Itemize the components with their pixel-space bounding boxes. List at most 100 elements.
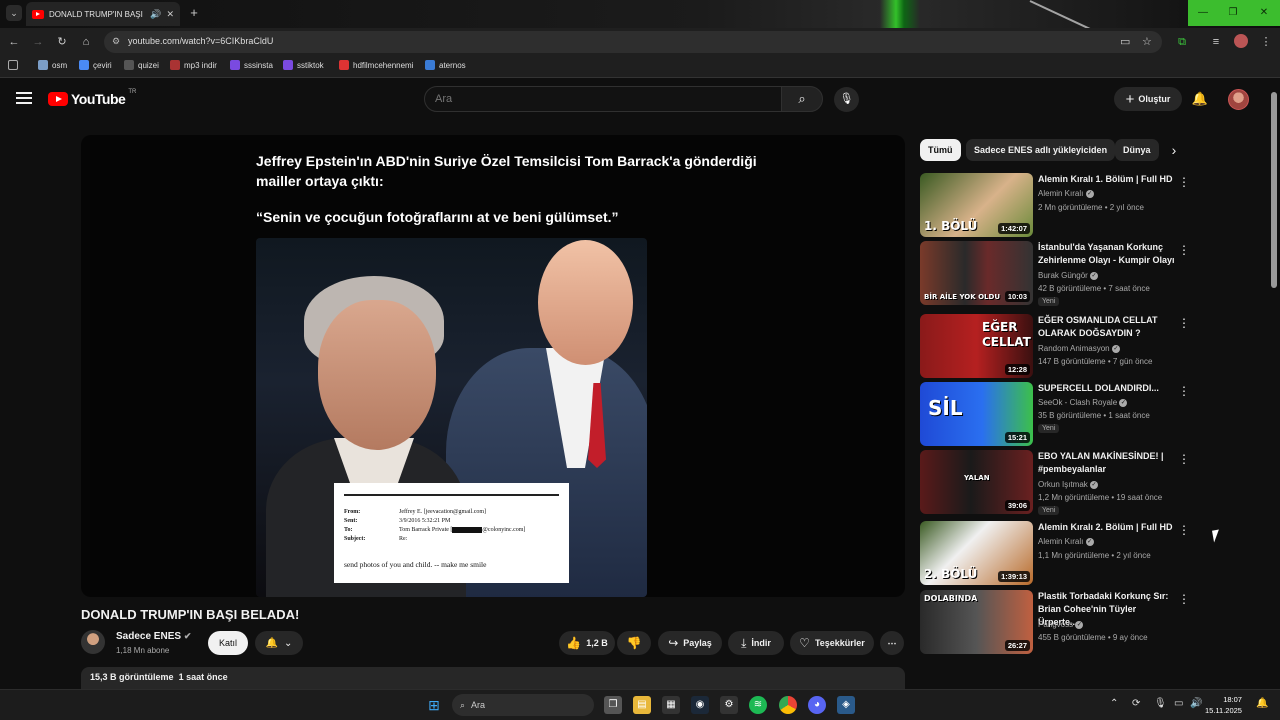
chip-all[interactable]: Tümü	[920, 139, 961, 161]
bookmark-aternos[interactable]: aternos	[425, 60, 466, 70]
more-vertical-icon[interactable]: ⋮	[1178, 592, 1190, 606]
reload-icon[interactable]: ↻	[54, 34, 70, 50]
menu-hamburger-icon[interactable]	[16, 92, 32, 106]
discord-icon[interactable]: ◕	[808, 696, 826, 714]
steam-icon[interactable]: ◉	[691, 696, 709, 714]
more-vertical-icon[interactable]: ⋮	[1178, 523, 1190, 537]
join-button[interactable]: Katıl	[208, 631, 248, 655]
bookmark-star-icon[interactable]: ☆	[1142, 35, 1152, 48]
browser-tab-bar: ⌄ DONALD TRUMP'IN BAŞI B 🔊 ✕ + — ❐ ✕	[0, 0, 1280, 32]
bookmark-sstiktok[interactable]: sstiktok	[283, 60, 324, 70]
video-thumbnail[interactable]: BİR AİLE YOK OLDU 10:03	[920, 241, 1033, 305]
recommendation-item[interactable]: BİR AİLE YOK OLDU 10:03 İstanbul'da Yaşa…	[920, 241, 1190, 306]
more-vertical-icon[interactable]: ⋮	[1178, 316, 1190, 330]
bookmark-mp3-indir[interactable]: mp3 indir	[170, 60, 217, 70]
bookmark-hdfilmcehennemi[interactable]: hdfilmcehennemi	[339, 60, 413, 70]
home-icon[interactable]: ⌂	[78, 34, 94, 50]
tray-chevron-up-icon[interactable]: ⌃	[1110, 698, 1118, 709]
maximize-button[interactable]: ❐	[1218, 0, 1248, 26]
more-actions-button[interactable]: ⋯	[880, 631, 904, 655]
apps-grid-icon[interactable]	[8, 60, 18, 70]
mic-tray-icon[interactable]: 🎙	[1154, 698, 1167, 709]
app-launcher-icon[interactable]: ◈	[837, 696, 855, 714]
audio-playing-icon[interactable]: 🔊	[150, 9, 161, 20]
task-view-icon[interactable]: ❐	[604, 696, 622, 714]
volume-icon[interactable]: 🔊	[1190, 698, 1202, 709]
url-text[interactable]: youtube.com/watch?v=6CIKbraCldU	[128, 36, 273, 46]
network-icon[interactable]: ▭	[1174, 698, 1183, 709]
bookmark-ceviri[interactable]: çeviri	[79, 60, 112, 70]
youtube-logo[interactable]: YouTube TR	[48, 89, 136, 107]
notifications-bell-icon[interactable]: 🔔	[1191, 90, 1209, 108]
bookmark-sssinsta[interactable]: sssinsta	[230, 60, 273, 70]
new-tab-button[interactable]: +	[186, 5, 202, 21]
file-explorer-icon[interactable]: ▤	[633, 696, 651, 714]
download-icon: ⤓	[741, 635, 747, 650]
create-button[interactable]: + Oluştur	[1114, 87, 1182, 111]
bookmark-osm[interactable]: osm	[38, 60, 67, 70]
subscription-bell-button[interactable]: 🔔 ⌄	[255, 631, 303, 655]
chip-from-uploader[interactable]: Sadece ENES adlı yükleyiciden	[966, 139, 1116, 161]
recommendation-item[interactable]: 2. BÖLÜ 1:39:13 Alemin Kıralı 2. Bölüm |…	[920, 521, 1190, 585]
tab-search-icon[interactable]: ⌄	[6, 5, 22, 21]
more-vertical-icon[interactable]: ⋮	[1178, 452, 1190, 466]
youtube-masthead: YouTube TR ⌕ 🎙 + Oluştur 🔔	[0, 78, 1280, 122]
spotify-icon[interactable]: ≋	[749, 696, 767, 714]
channel-name[interactable]: Sadece ENES ✔	[116, 631, 191, 642]
recommendation-item[interactable]: SİL 15:21 SUPERCELL DOLANDIRDI... SeeOk …	[920, 382, 1190, 446]
like-button[interactable]: 👍 1,2 B	[559, 631, 615, 655]
share-button[interactable]: ↪ Paylaş	[658, 631, 722, 655]
aternos-favicon-icon	[425, 60, 435, 70]
recommendation-item[interactable]: YALAN 39:06 EBO YALAN MAKİNESİNDE! | #pe…	[920, 450, 1190, 515]
notification-icon[interactable]: 🔔	[1256, 698, 1268, 709]
search-box[interactable]	[424, 86, 782, 112]
search-input[interactable]	[425, 87, 781, 111]
video-thumbnail[interactable]: DOLABINDA 26:27	[920, 590, 1033, 654]
search-button[interactable]: ⌕	[781, 86, 823, 112]
browser-tab[interactable]: DONALD TRUMP'IN BAŞI B 🔊 ✕	[26, 2, 180, 26]
video-thumbnail[interactable]: SİL 15:21	[920, 382, 1033, 446]
system-clock[interactable]: 18:07 15.11.2025	[1205, 694, 1242, 716]
cast-icon[interactable]: ▭	[1120, 35, 1130, 48]
back-arrow-icon[interactable]: ←	[6, 34, 22, 50]
recommendation-item[interactable]: DOLABINDA 26:27 Plastik Torbadaki Korkun…	[920, 590, 1190, 654]
site-info-icon[interactable]: ⚙	[112, 36, 120, 47]
more-vertical-icon[interactable]: ⋮	[1178, 243, 1190, 257]
chip-world[interactable]: Dünya	[1115, 139, 1159, 161]
hdfilm-favicon-icon	[339, 60, 349, 70]
close-tab-icon[interactable]: ✕	[166, 9, 174, 20]
mouse-cursor-icon	[1212, 529, 1221, 543]
address-bar[interactable]: ⚙ youtube.com/watch?v=6CIKbraCldU ▭ ☆	[104, 31, 1162, 53]
video-player[interactable]: Jeffrey Epstein'ın ABD'nin Suriye Özel T…	[81, 135, 905, 597]
thanks-button[interactable]: ♡ Teşekkürler	[790, 631, 874, 655]
video-thumbnail[interactable]: YALAN 39:06	[920, 450, 1033, 514]
more-vertical-icon[interactable]: ⋮	[1178, 384, 1190, 398]
chevron-right-icon[interactable]: ›	[1164, 140, 1184, 160]
minimize-button[interactable]: —	[1188, 0, 1218, 26]
reading-list-icon[interactable]: ≡	[1208, 34, 1224, 50]
recommendation-item[interactable]: 1. BÖLÜ 1:42:07 Alemin Kıralı 1. Bölüm |…	[920, 173, 1190, 237]
recommendation-item[interactable]: EĞER CELLAT 12:28 EĞER OSMANLIDA CELLAT …	[920, 314, 1190, 378]
store-icon[interactable]: ▦	[662, 696, 680, 714]
forward-arrow-icon[interactable]: →	[30, 34, 46, 50]
chrome-icon[interactable]	[779, 696, 797, 714]
dislike-button[interactable]: 👎	[617, 631, 651, 655]
browser-profile-avatar[interactable]	[1234, 34, 1248, 48]
sync-icon[interactable]: ⟳	[1132, 698, 1140, 709]
bookmark-quizei[interactable]: quizei	[124, 60, 159, 70]
channel-avatar[interactable]	[81, 630, 105, 654]
taskbar-search[interactable]: ⌕ Ara	[452, 694, 594, 716]
voice-search-button[interactable]: 🎙	[834, 87, 859, 112]
video-thumbnail[interactable]: 2. BÖLÜ 1:39:13	[920, 521, 1033, 585]
extensions-icon[interactable]: ⧉	[1174, 34, 1190, 50]
account-avatar[interactable]	[1228, 89, 1249, 110]
app-icon[interactable]: ⚙	[720, 696, 738, 714]
download-button[interactable]: ⤓ İndir	[728, 631, 784, 655]
more-vertical-icon[interactable]: ⋮	[1178, 175, 1190, 189]
video-thumbnail[interactable]: EĞER CELLAT 12:28	[920, 314, 1033, 378]
close-window-button[interactable]: ✕	[1248, 0, 1280, 26]
windows-start-icon[interactable]: ⊞	[425, 696, 443, 714]
page-scrollbar[interactable]	[1271, 92, 1277, 288]
browser-menu-icon[interactable]: ⋮	[1258, 34, 1274, 50]
video-thumbnail[interactable]: 1. BÖLÜ 1:42:07	[920, 173, 1033, 237]
